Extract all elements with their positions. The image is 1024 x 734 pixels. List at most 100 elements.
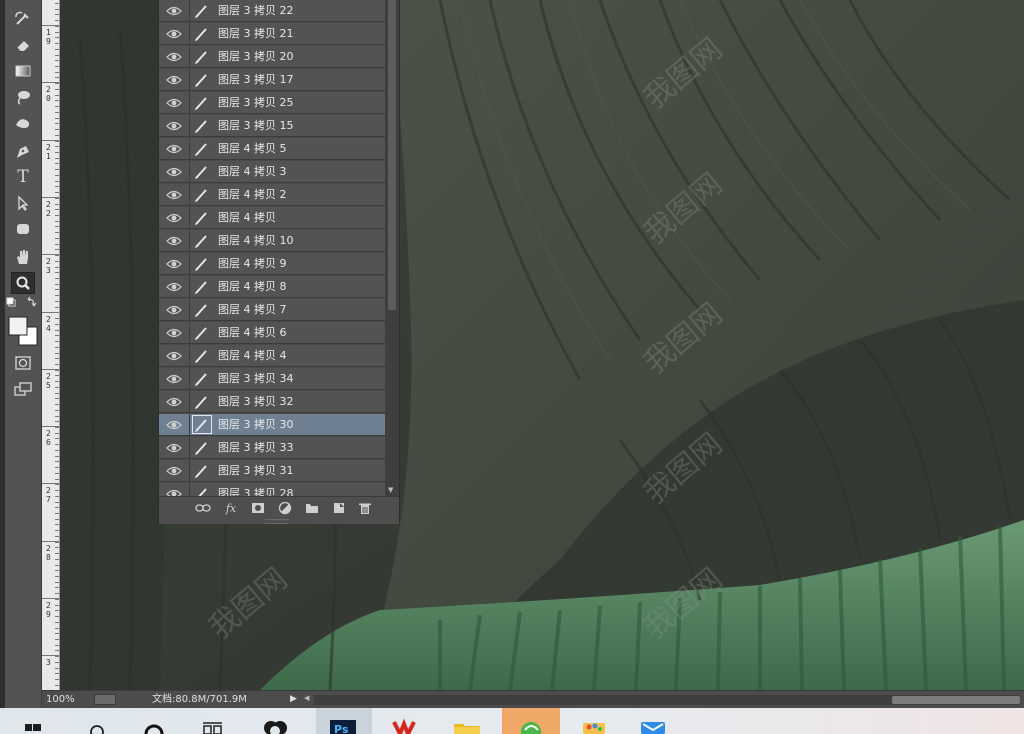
lasso-icon[interactable] — [11, 86, 35, 108]
new-layer-icon[interactable] — [331, 501, 347, 515]
scroll-left-icon[interactable]: ◀ — [304, 694, 309, 702]
layer-row[interactable]: 图层 4 拷贝 2 — [159, 184, 385, 206]
mail-icon[interactable] — [636, 708, 670, 734]
layer-row[interactable]: 图层 3 拷贝 22 — [159, 0, 385, 22]
layer-row[interactable]: 图层 4 拷贝 — [159, 207, 385, 229]
layer-row[interactable]: 图层 3 拷贝 31 — [159, 460, 385, 482]
layer-name[interactable]: 图层 3 拷贝 20 — [218, 46, 294, 68]
layer-name[interactable]: 图层 3 拷贝 22 — [218, 0, 294, 22]
layer-row[interactable]: 图层 4 拷贝 6 — [159, 322, 385, 344]
paint-icon[interactable] — [578, 708, 610, 734]
eye-icon[interactable] — [165, 440, 183, 456]
status-preview-icon[interactable] — [94, 694, 116, 705]
layers-list[interactable]: 图层 3 拷贝 22 图层 3 拷贝 21 图层 3 拷贝 20 图层 3 拷贝 17… — [159, 0, 385, 496]
eye-icon[interactable] — [165, 371, 183, 387]
eye-icon[interactable] — [165, 26, 183, 42]
zoom-icon[interactable] — [11, 272, 35, 294]
layer-row[interactable]: 图层 4 拷贝 8 — [159, 276, 385, 298]
layer-mask-icon[interactable] — [250, 501, 266, 515]
fx-icon[interactable]: fx — [223, 501, 239, 515]
eye-icon[interactable] — [165, 141, 183, 157]
resize-grip-icon[interactable]: ⋰ — [389, 513, 397, 522]
eye-icon[interactable] — [165, 164, 183, 180]
layer-name[interactable]: 图层 4 拷贝 3 — [218, 161, 287, 183]
color-swatches-icon[interactable] — [6, 314, 40, 348]
eye-icon[interactable] — [165, 256, 183, 272]
gradient-icon[interactable] — [11, 60, 35, 82]
layer-name[interactable]: 图层 4 拷贝 4 — [218, 345, 287, 367]
shape-icon[interactable] — [11, 218, 35, 240]
new-group-icon[interactable] — [304, 501, 320, 515]
layer-name[interactable]: 图层 4 拷贝 9 — [218, 253, 287, 275]
swap-colors-icon[interactable] — [6, 296, 38, 310]
layer-name[interactable]: 图层 3 拷贝 34 — [218, 368, 294, 390]
layer-row[interactable]: 图层 3 拷贝 20 — [159, 46, 385, 68]
eye-icon[interactable] — [165, 325, 183, 341]
type-icon[interactable]: T — [11, 166, 35, 188]
pen-icon[interactable] — [11, 140, 35, 162]
browser-icon[interactable] — [502, 708, 560, 734]
layer-row[interactable]: 图层 4 拷贝 10 — [159, 230, 385, 252]
layers-scrollbar[interactable]: ▼ — [385, 0, 399, 496]
layer-name[interactable]: 图层 4 拷贝 — [218, 207, 276, 229]
layer-name[interactable]: 图层 4 拷贝 7 — [218, 299, 287, 321]
eye-icon[interactable] — [165, 72, 183, 88]
layer-row[interactable]: 图层 4 拷贝 9 — [159, 253, 385, 275]
panel-grip[interactable] — [265, 519, 289, 524]
layer-row[interactable]: 图层 3 拷贝 34 — [159, 368, 385, 390]
eye-icon[interactable] — [165, 95, 183, 111]
layer-row[interactable]: 图层 3 拷贝 30 — [159, 414, 385, 436]
eye-icon[interactable] — [165, 394, 183, 410]
layer-name[interactable]: 图层 4 拷贝 6 — [218, 322, 287, 344]
eye-icon[interactable] — [165, 233, 183, 249]
layer-row[interactable]: 图层 3 拷贝 25 — [159, 92, 385, 114]
layer-row[interactable]: 图层 4 拷贝 4 — [159, 345, 385, 367]
layer-row[interactable]: 图层 4 拷贝 5 — [159, 138, 385, 160]
eye-icon[interactable] — [165, 302, 183, 318]
photoshop-icon[interactable]: Ps — [316, 708, 372, 734]
layer-name[interactable]: 图层 3 拷贝 21 — [218, 23, 294, 45]
screen-mode-icon[interactable] — [11, 378, 35, 400]
horizontal-scroll-thumb[interactable] — [892, 696, 1020, 704]
eye-icon[interactable] — [165, 463, 183, 479]
layer-name[interactable]: 图层 3 拷贝 28 — [218, 483, 294, 496]
layer-name[interactable]: 图层 4 拷贝 10 — [218, 230, 294, 252]
zoom-level[interactable]: 100% — [46, 693, 92, 706]
layer-row[interactable]: 图层 4 拷贝 7 — [159, 299, 385, 321]
layer-name[interactable]: 图层 3 拷贝 32 — [218, 391, 294, 413]
layer-row[interactable]: 图层 3 拷贝 21 — [159, 23, 385, 45]
layer-name[interactable]: 图层 3 拷贝 25 — [218, 92, 294, 114]
layer-name[interactable]: 图层 3 拷贝 15 — [218, 115, 294, 137]
horizontal-scrollbar[interactable] — [314, 695, 1020, 705]
layer-row[interactable]: 图层 3 拷贝 28 — [159, 483, 385, 496]
eye-icon[interactable] — [165, 49, 183, 65]
delete-icon[interactable] — [357, 501, 373, 515]
path-select-icon[interactable] — [11, 192, 35, 214]
history-brush-icon[interactable] — [11, 8, 35, 30]
eye-icon[interactable] — [165, 187, 183, 203]
file-explorer-icon[interactable] — [450, 708, 484, 734]
layer-row[interactable]: 图层 3 拷贝 33 — [159, 437, 385, 459]
eye-icon[interactable] — [165, 417, 183, 433]
windows-start-icon[interactable] — [22, 708, 44, 734]
link-layers-icon[interactable] — [195, 501, 211, 515]
eye-icon[interactable] — [165, 486, 183, 496]
layer-name[interactable]: 图层 3 拷贝 17 — [218, 69, 294, 91]
layer-name[interactable]: 图层 4 拷贝 5 — [218, 138, 287, 160]
eye-icon[interactable] — [165, 210, 183, 226]
layer-name[interactable]: 图层 3 拷贝 30 — [218, 414, 294, 436]
cortana-icon[interactable] — [142, 708, 166, 734]
status-menu-arrow-icon[interactable]: ▶ — [290, 693, 297, 706]
search-icon[interactable] — [86, 708, 108, 734]
eye-icon[interactable] — [165, 348, 183, 364]
adjustment-layer-icon[interactable] — [277, 501, 293, 515]
quick-mask-icon[interactable] — [11, 352, 35, 374]
hand-icon[interactable] — [11, 246, 35, 268]
layer-row[interactable]: 图层 3 拷贝 17 — [159, 69, 385, 91]
layer-row[interactable]: 图层 3 拷贝 32 — [159, 391, 385, 413]
layer-row[interactable]: 图层 4 拷贝 3 — [159, 161, 385, 183]
eye-icon[interactable] — [165, 279, 183, 295]
wps-icon[interactable] — [390, 708, 424, 734]
scroll-down-icon[interactable]: ▼ — [388, 486, 393, 494]
layer-row[interactable]: 图层 3 拷贝 15 — [159, 115, 385, 137]
